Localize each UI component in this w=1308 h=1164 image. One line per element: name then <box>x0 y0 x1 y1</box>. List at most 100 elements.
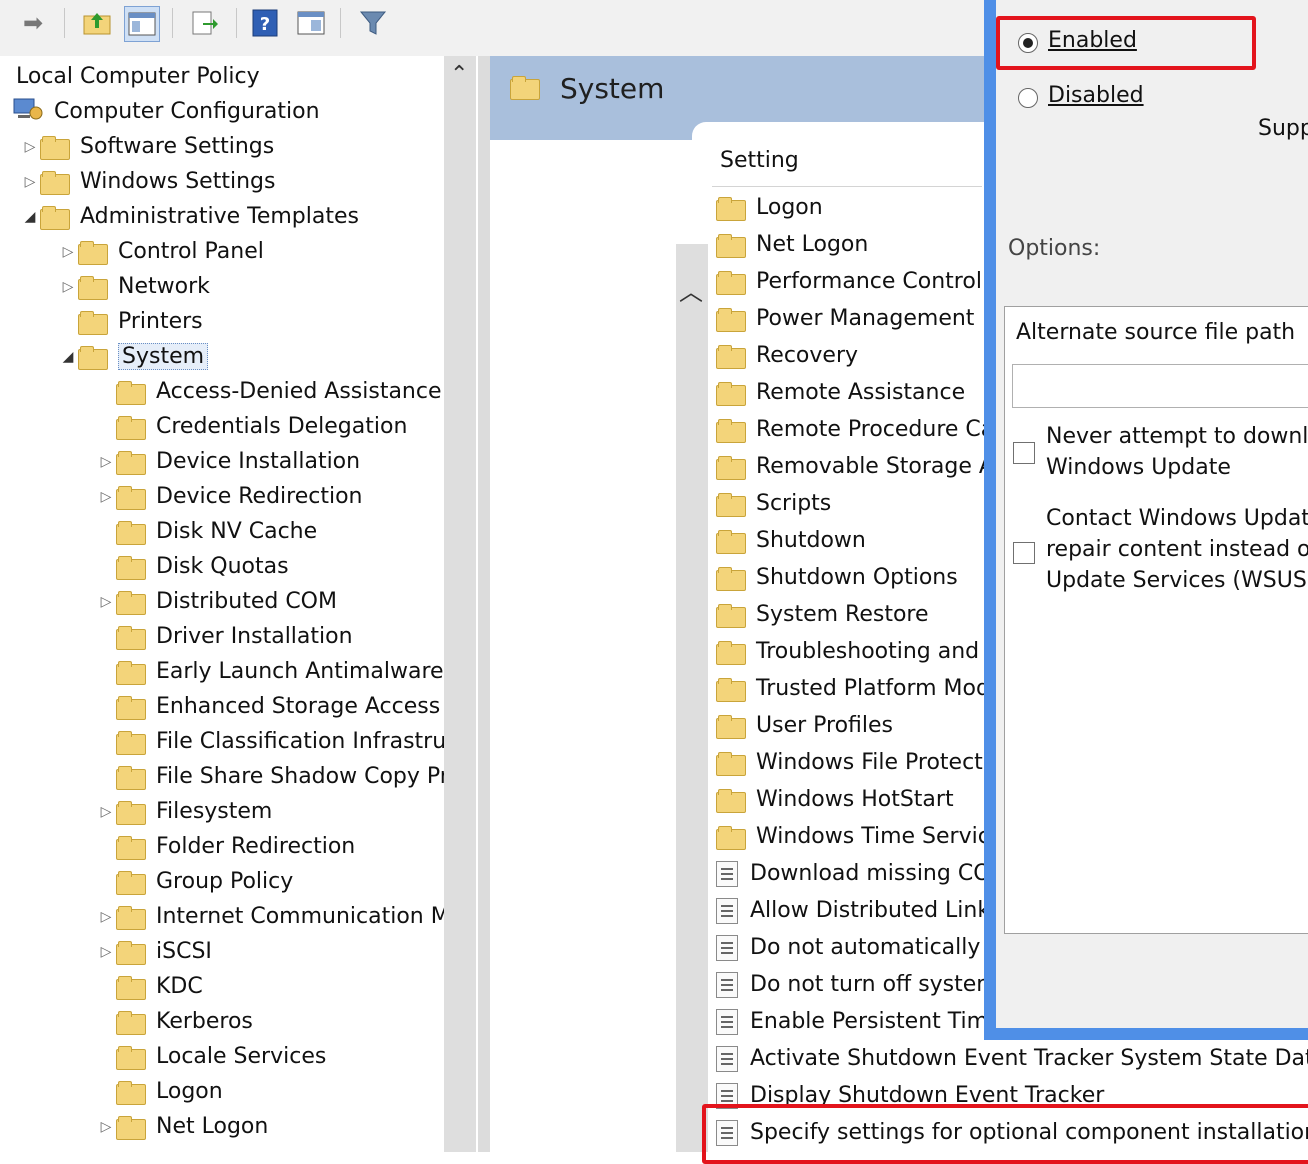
tree-item[interactable]: Access-Denied Assistance <box>96 374 442 409</box>
show-hide-tree-icon[interactable] <box>124 6 160 42</box>
tree-item[interactable]: Logon <box>96 1074 223 1109</box>
folder-icon <box>716 566 746 591</box>
folder-icon <box>510 76 550 102</box>
list-item-folder[interactable]: System Restore <box>716 596 929 633</box>
tree-item[interactable]: ▷ Windows Settings <box>20 164 275 199</box>
tree-item[interactable]: Folder Redirection <box>96 829 355 864</box>
tree-item-label: Net Logon <box>156 1114 269 1139</box>
tree-vertical-scrollbar[interactable]: ⌃ <box>444 56 476 1152</box>
collapse-arrow-icon[interactable]: ◢ <box>58 349 78 365</box>
collapse-arrow-icon[interactable]: ◢ <box>20 209 40 225</box>
folder-icon <box>116 905 146 930</box>
expand-arrow-icon[interactable]: ▷ <box>20 139 40 155</box>
up-folder-icon[interactable] <box>80 6 114 40</box>
expand-arrow-icon[interactable]: ▷ <box>58 279 78 295</box>
list-item-label: Troubleshooting and <box>756 639 980 664</box>
list-item-policy[interactable]: Do not turn off system <box>716 966 998 1003</box>
tree-item[interactable]: Credentials Delegation <box>96 409 407 444</box>
scroll-up-icon[interactable]: ⌃ <box>450 62 468 87</box>
list-item-folder[interactable]: Power Management <box>716 300 974 337</box>
list-item-label: Enable Persistent Time <box>750 1009 1002 1034</box>
list-item-folder[interactable]: Remote Assistance <box>716 374 965 411</box>
list-item-folder[interactable]: Performance Control <box>716 263 982 300</box>
list-item-folder[interactable]: Scripts <box>716 485 831 522</box>
tree-item[interactable]: Group Policy <box>96 864 293 899</box>
list-item-folder[interactable]: Windows File Protecti <box>716 744 989 781</box>
list-item-folder[interactable]: Windows HotStart <box>716 781 954 818</box>
list-item-folder[interactable]: Recovery <box>716 337 858 374</box>
list-item-folder[interactable]: Net Logon <box>716 226 868 263</box>
list-item-policy[interactable]: Allow Distributed Link <box>716 892 990 929</box>
tree-item[interactable]: Disk NV Cache <box>96 514 317 549</box>
export-list-icon[interactable] <box>188 6 222 40</box>
filter-icon[interactable] <box>356 6 390 40</box>
list-item-folder[interactable]: Trusted Platform Mod <box>716 670 990 707</box>
folder-icon <box>716 307 746 332</box>
tree-computer-configuration[interactable]: Computer Configuration <box>12 94 320 129</box>
list-item-policy[interactable]: Activate Shutdown Event Tracker System S… <box>716 1040 1308 1077</box>
tree-item[interactable]: ▷ Distributed COM <box>96 584 337 619</box>
folder-icon <box>116 380 146 405</box>
folder-icon <box>716 825 746 850</box>
tree-item[interactable]: ▷ iSCSI <box>96 934 212 969</box>
tree-item[interactable]: ▷ Internet Communication M <box>96 899 450 934</box>
contact-label-line2: repair content instead of <box>1046 537 1308 562</box>
tree-item[interactable]: Enhanced Storage Access <box>96 689 440 724</box>
tree-item[interactable]: ◢ System <box>58 339 209 374</box>
tree-item[interactable]: Driver Installation <box>96 619 353 654</box>
list-item-folder[interactable]: Windows Time Servic <box>716 818 990 855</box>
tree-item[interactable]: Printers <box>58 304 203 339</box>
scroll-up-icon[interactable]: ︿ <box>679 272 703 307</box>
tree-item[interactable]: ▷ Device Installation <box>96 444 360 479</box>
tree-item[interactable]: KDC <box>96 969 203 1004</box>
list-item-folder[interactable]: Logon <box>716 189 823 226</box>
list-item-folder[interactable]: Shutdown Options <box>716 559 958 596</box>
alternate-source-path-input[interactable] <box>1012 364 1308 408</box>
expand-arrow-icon[interactable]: ▷ <box>96 944 116 960</box>
tree-item[interactable]: Locale Services <box>96 1039 326 1074</box>
expand-arrow-icon[interactable]: ▷ <box>96 454 116 470</box>
pane-splitter[interactable] <box>478 56 490 1152</box>
tree-item[interactable]: Disk Quotas <box>96 549 289 584</box>
never-attempt-checkbox[interactable] <box>1013 442 1035 464</box>
list-item-folder[interactable]: Troubleshooting and <box>716 633 979 670</box>
expand-arrow-icon[interactable]: ▷ <box>20 174 40 190</box>
tree-item[interactable]: File Share Shadow Copy Pr <box>96 759 449 794</box>
expand-arrow-icon[interactable]: ▷ <box>96 1119 116 1135</box>
list-item-policy[interactable]: Do not automatically <box>716 929 980 966</box>
expand-arrow-icon[interactable]: ▷ <box>96 804 116 820</box>
tree-item[interactable]: ▷ Filesystem <box>96 794 272 829</box>
help-icon[interactable]: ? <box>248 6 282 40</box>
back-arrow-icon[interactable]: ➡ <box>16 6 50 40</box>
tree-item[interactable]: Early Launch Antimalware <box>96 654 444 689</box>
expand-arrow-icon[interactable]: ▷ <box>58 244 78 260</box>
expand-arrow-icon[interactable]: ▷ <box>96 909 116 925</box>
tree-item[interactable]: Kerberos <box>96 1004 253 1039</box>
list-item-folder[interactable]: Remote Procedure Ca <box>716 411 994 448</box>
list-vertical-scrollbar[interactable]: ︿ <box>676 244 708 1152</box>
folder-icon <box>116 1115 146 1140</box>
tree-root[interactable]: Local Computer Policy <box>16 59 260 94</box>
expand-arrow-icon[interactable]: ▷ <box>96 594 116 610</box>
disabled-radio[interactable] <box>1018 88 1038 108</box>
list-item-policy[interactable]: Enable Persistent Time <box>716 1003 1002 1040</box>
contact-windows-update-checkbox[interactable] <box>1013 542 1035 564</box>
contact-label-line1: Contact Windows Update <box>1046 506 1308 531</box>
properties-icon[interactable] <box>294 6 328 40</box>
tree-item-label: Folder Redirection <box>156 834 356 859</box>
policy-setting-icon <box>716 860 738 887</box>
list-item-policy[interactable]: Download missing CO <box>716 855 991 892</box>
column-header-setting[interactable]: Setting <box>720 148 799 173</box>
list-item-folder[interactable]: Shutdown <box>716 522 866 559</box>
tree-item[interactable]: ▷ Device Redirection <box>96 479 362 514</box>
tree-item[interactable]: File Classification Infrastru <box>96 724 446 759</box>
tree-item[interactable]: ▷ Software Settings <box>20 129 274 164</box>
list-item-folder[interactable]: Removable Storage Ac <box>716 448 1006 485</box>
tree-item-label: Credentials Delegation <box>156 414 408 439</box>
tree-item[interactable]: ▷ Net Logon <box>96 1109 268 1144</box>
expand-arrow-icon[interactable]: ▷ <box>96 489 116 505</box>
tree-item[interactable]: ▷ Network <box>58 269 210 304</box>
tree-item[interactable]: ▷ Control Panel <box>58 234 264 269</box>
list-item-folder[interactable]: User Profiles <box>716 707 893 744</box>
tree-item[interactable]: ◢ Administrative Templates <box>20 199 359 234</box>
